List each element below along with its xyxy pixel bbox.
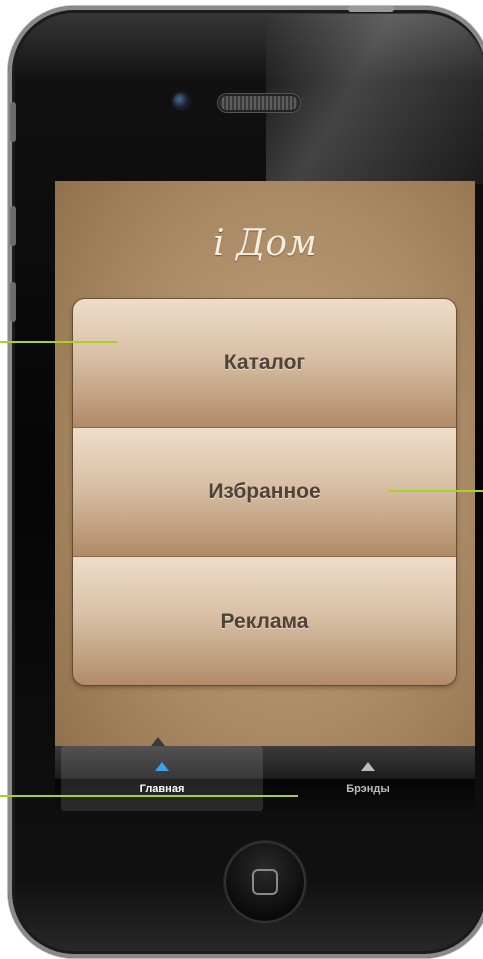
tab-main-label: Главная <box>139 783 185 795</box>
home-tab-icon <box>155 762 169 771</box>
volume-down-button <box>10 282 16 322</box>
main-menu: Каталог Избранное Реклама <box>73 299 456 685</box>
home-button[interactable] <box>224 841 306 923</box>
app-title: i Дом <box>213 223 317 264</box>
callout-line-favorites <box>388 490 483 492</box>
callout-line-tabbar <box>0 795 298 797</box>
advertising-button-label: Реклама <box>220 610 309 633</box>
catalog-button[interactable]: Каталог <box>73 299 456 428</box>
catalog-button-label: Каталог <box>223 351 306 374</box>
favorites-button-label: Избранное <box>208 480 321 503</box>
tab-main[interactable]: Главная <box>61 746 263 811</box>
front-camera-icon <box>173 93 189 109</box>
favorites-button[interactable]: Избранное <box>73 428 456 557</box>
tab-bar: Главная Брэнды <box>55 746 475 811</box>
app-screen: i Дом Каталог Избранное Реклама Главная … <box>55 181 475 811</box>
home-square-icon <box>252 869 278 895</box>
mute-switch <box>10 102 16 142</box>
volume-up-button <box>10 206 16 246</box>
phone-frame: i Дом Каталог Избранное Реклама Главная … <box>8 6 483 958</box>
tab-brands-label: Брэнды <box>346 783 390 795</box>
brands-tab-icon <box>361 762 375 771</box>
advertising-button[interactable]: Реклама <box>73 557 456 685</box>
earpiece-speaker <box>218 94 300 112</box>
tab-brands[interactable]: Брэнды <box>267 746 469 811</box>
power-button <box>348 6 394 12</box>
tab-pointer-icon <box>151 737 165 746</box>
callout-line-catalog <box>0 341 118 343</box>
